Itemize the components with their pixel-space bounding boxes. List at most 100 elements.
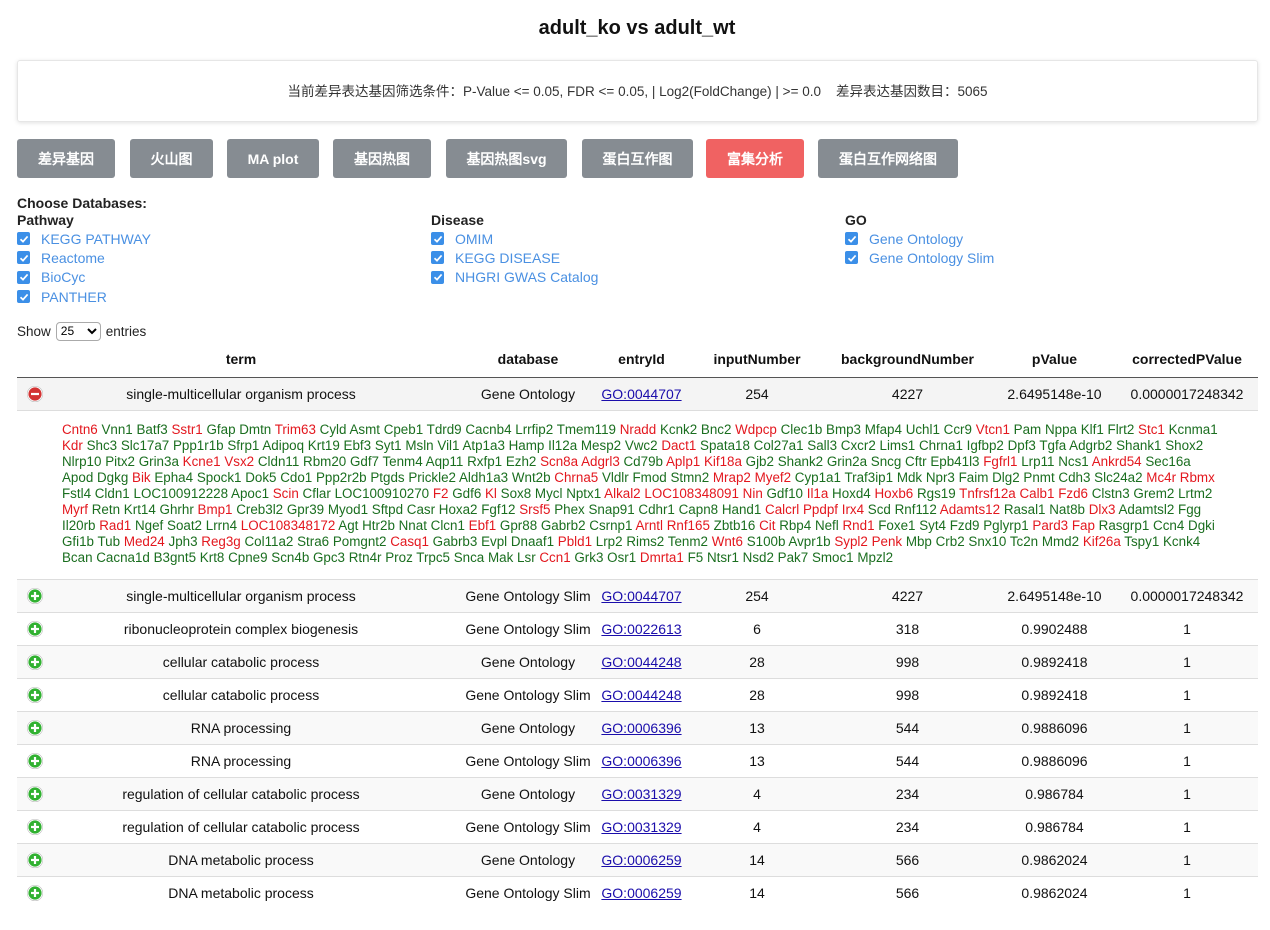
gene-name: Hamp bbox=[508, 437, 545, 453]
checkbox-checked-icon[interactable] bbox=[17, 251, 30, 265]
cell-pvalue: 0.9886096 bbox=[993, 710, 1116, 744]
expand-row-icon[interactable] bbox=[27, 719, 43, 736]
gene-name: Chrna5 bbox=[554, 469, 599, 485]
expand-row-icon[interactable] bbox=[27, 851, 43, 868]
gene-name: Sec16a bbox=[1145, 453, 1191, 469]
entry-id-link[interactable]: GO:0031329 bbox=[601, 786, 681, 802]
gene-name: Dact1 bbox=[661, 437, 697, 453]
column-header-database[interactable]: database bbox=[465, 342, 591, 378]
entry-id-link[interactable]: GO:0044248 bbox=[601, 687, 681, 703]
entry-id-link[interactable]: GO:0006396 bbox=[601, 753, 681, 769]
column-header-entryid[interactable]: entryId bbox=[591, 342, 692, 378]
entry-id-link[interactable]: GO:0006259 bbox=[601, 885, 681, 901]
gene-name: Csrnp1 bbox=[589, 517, 633, 533]
gene-name: Col27a1 bbox=[753, 437, 804, 453]
db-option-reactome[interactable]: Reactome bbox=[17, 248, 151, 267]
gene-name: LOC108348172 bbox=[240, 517, 336, 533]
expand-row-icon[interactable] bbox=[27, 653, 43, 670]
gene-name: Rxfp1 bbox=[467, 453, 503, 469]
db-option-gene-ontology[interactable]: Gene Ontology bbox=[845, 229, 994, 248]
db-option-gene-ontology-slim[interactable]: Gene Ontology Slim bbox=[845, 248, 994, 267]
gene-name: Slc24a2 bbox=[1094, 469, 1143, 485]
table-row[interactable]: single-multicellular organism process Ge… bbox=[17, 376, 1258, 410]
gene-name: Wnt2b bbox=[511, 469, 551, 485]
checkbox-checked-icon[interactable] bbox=[845, 232, 858, 246]
entry-id-link[interactable]: GO:0044707 bbox=[601, 386, 681, 402]
gene-name: Gabrb2 bbox=[540, 517, 586, 533]
protein-interaction-button[interactable]: 蛋白互作图 bbox=[582, 139, 693, 178]
expand-row-icon[interactable] bbox=[27, 785, 43, 802]
protein-network-button[interactable]: 蛋白互作网络图 bbox=[818, 139, 958, 178]
diff-genes-button[interactable]: 差异基因 bbox=[17, 139, 115, 178]
cell-database: Gene Ontology bbox=[465, 776, 591, 810]
gene-name: Pitx2 bbox=[105, 453, 135, 469]
enrichment-analysis-button[interactable]: 富集分析 bbox=[706, 139, 804, 178]
gene-name: Cyld bbox=[319, 421, 347, 437]
gene-name: Wnt6 bbox=[711, 533, 743, 549]
enrichment-results-table: term database entryId inputNumber backgr… bbox=[17, 342, 1258, 909]
checkbox-checked-icon[interactable] bbox=[431, 232, 444, 246]
entries-per-page-select[interactable]: 25 bbox=[55, 321, 101, 341]
expand-row-icon[interactable] bbox=[27, 686, 43, 703]
entry-id-link[interactable]: GO:0022613 bbox=[601, 621, 681, 637]
table-row[interactable]: DNA metabolic process Gene Ontology Slim… bbox=[17, 875, 1258, 909]
db-option-kegg-disease[interactable]: KEGG DISEASE bbox=[431, 248, 598, 267]
checkbox-checked-icon[interactable] bbox=[845, 251, 858, 265]
table-row[interactable]: single-multicellular organism process Ge… bbox=[17, 578, 1258, 612]
expand-row-icon[interactable] bbox=[27, 884, 43, 901]
checkbox-checked-icon[interactable] bbox=[431, 270, 444, 284]
gene-name: Gfi1b bbox=[62, 533, 95, 549]
expand-row-icon[interactable] bbox=[27, 818, 43, 835]
table-row[interactable]: RNA processing Gene Ontology GO:0006396 … bbox=[17, 710, 1258, 744]
gene-name: Tc2n bbox=[1009, 533, 1039, 549]
checkbox-checked-icon[interactable] bbox=[17, 290, 30, 304]
collapse-row-icon[interactable] bbox=[27, 385, 43, 402]
gene-name: Krt19 bbox=[307, 437, 340, 453]
gene-heatmap-svg-button[interactable]: 基因热图svg bbox=[446, 139, 567, 178]
checkbox-checked-icon[interactable] bbox=[17, 270, 30, 284]
gene-name: Lrrn4 bbox=[205, 517, 238, 533]
gene-name: Cdo1 bbox=[280, 469, 313, 485]
cell-term: RNA processing bbox=[190, 752, 292, 769]
table-row[interactable]: ribonucleoprotein complex biogenesis Gen… bbox=[17, 611, 1258, 645]
expand-row-icon[interactable] bbox=[27, 752, 43, 769]
db-option-omim[interactable]: OMIM bbox=[431, 229, 598, 248]
db-option-nhgri-gwas[interactable]: NHGRI GWAS Catalog bbox=[431, 268, 598, 287]
gene-name: Crb2 bbox=[935, 533, 965, 549]
gene-name: Col11a2 bbox=[244, 533, 294, 549]
entry-id-link[interactable]: GO:0006396 bbox=[601, 720, 681, 736]
entry-id-link[interactable]: GO:0044707 bbox=[601, 588, 681, 604]
table-row[interactable]: DNA metabolic process Gene Ontology GO:0… bbox=[17, 842, 1258, 876]
gene-name: Clstn3 bbox=[1091, 485, 1130, 501]
expand-row-icon[interactable] bbox=[27, 620, 43, 637]
column-header-inputnumber[interactable]: inputNumber bbox=[692, 342, 822, 378]
table-row[interactable]: regulation of cellular catabolic process… bbox=[17, 776, 1258, 810]
table-row[interactable]: cellular catabolic process Gene Ontology… bbox=[17, 644, 1258, 678]
gene-name: Cdh3 bbox=[1058, 469, 1091, 485]
gene-heatmap-button[interactable]: 基因热图 bbox=[333, 139, 431, 178]
db-option-kegg-pathway[interactable]: KEGG PATHWAY bbox=[17, 229, 151, 248]
column-header-correctedpvalue[interactable]: correctedPValue bbox=[1116, 342, 1258, 378]
db-option-biocyc[interactable]: BioCyc bbox=[17, 268, 151, 287]
table-row[interactable]: RNA processing Gene Ontology Slim GO:000… bbox=[17, 743, 1258, 777]
entry-id-link[interactable]: GO:0044248 bbox=[601, 654, 681, 670]
checkbox-checked-icon[interactable] bbox=[17, 232, 30, 246]
table-row[interactable]: cellular catabolic process Gene Ontology… bbox=[17, 677, 1258, 711]
gene-name: Mak bbox=[488, 549, 514, 565]
column-header-pvalue[interactable]: pValue bbox=[993, 342, 1116, 378]
db-option-panther[interactable]: PANTHER bbox=[17, 287, 151, 306]
ma-plot-button[interactable]: MA plot bbox=[227, 139, 319, 178]
gene-name: Fzd9 bbox=[949, 517, 980, 533]
column-header-backgroundnumber[interactable]: backgroundNumber bbox=[822, 342, 993, 378]
table-row[interactable]: regulation of cellular catabolic process… bbox=[17, 809, 1258, 843]
gene-name: Wdpcp bbox=[735, 421, 777, 437]
entry-id-link[interactable]: GO:0006259 bbox=[601, 852, 681, 868]
checkbox-checked-icon[interactable] bbox=[431, 251, 444, 265]
volcano-plot-button[interactable]: 火山图 bbox=[130, 139, 213, 178]
column-header-term[interactable]: term bbox=[17, 342, 465, 378]
entry-id-link[interactable]: GO:0031329 bbox=[601, 819, 681, 835]
gene-name: Snx10 bbox=[968, 533, 1007, 549]
gene-name: Cxcr2 bbox=[840, 437, 876, 453]
expand-row-icon[interactable] bbox=[27, 587, 43, 604]
gene-name: Mmd2 bbox=[1041, 533, 1080, 549]
